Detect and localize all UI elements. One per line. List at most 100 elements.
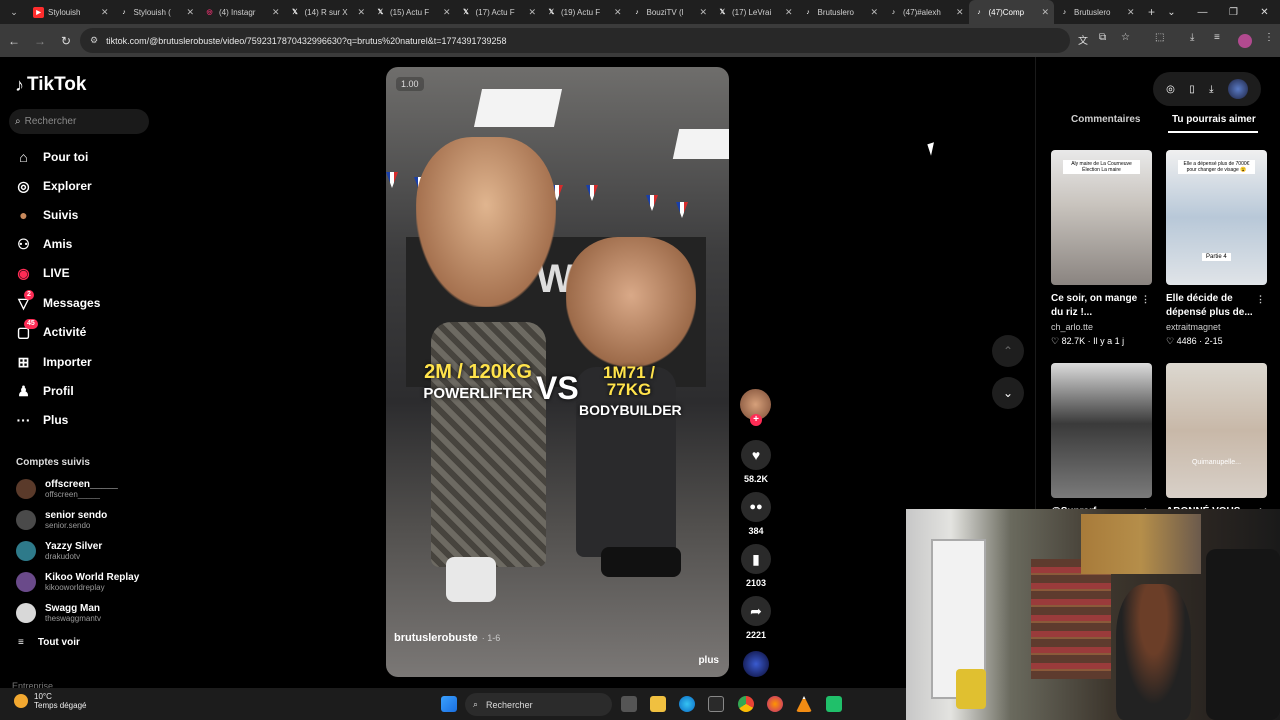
comment-icon[interactable]: ●●	[741, 492, 771, 522]
sidebar-item-plus[interactable]: ··· Plus	[15, 409, 69, 431]
taskbar-search[interactable]: ⌕ Rechercher	[465, 693, 612, 716]
close-tab-icon[interactable]: ✕	[528, 7, 536, 18]
sidebar-item-live[interactable]: ◉ LIVE	[15, 262, 69, 284]
browser-tab[interactable]: ♪ BouziTV (l ✕	[627, 0, 713, 24]
video-thumbnail[interactable]: Elle a dépensé plus de 7000€ pour change…	[1166, 150, 1267, 285]
tab-search-icon[interactable]: ≡	[1214, 32, 1220, 43]
vlc-icon[interactable]	[796, 696, 812, 712]
windows-start-icon[interactable]	[441, 696, 457, 712]
like-action[interactable]: ♥ 58.2K	[740, 440, 772, 484]
chrome-icon[interactable]	[738, 696, 754, 712]
sidebar-item-explorer[interactable]: ◎ Explorer	[15, 175, 91, 197]
video-player[interactable]: W GYM 1.00 2M / 120KG POWERLIFTER VS 1M7…	[386, 67, 729, 677]
explore-icon[interactable]: ◎	[1166, 84, 1175, 95]
close-tab-icon[interactable]: ✕	[186, 7, 194, 18]
browser-tab[interactable]: ♪ (47)Comp ✕	[968, 0, 1054, 24]
window-dropdown-icon[interactable]: ⌄	[1156, 0, 1187, 24]
music-disc-icon[interactable]	[743, 651, 769, 677]
reload-icon[interactable]: ↻	[54, 29, 78, 53]
browser-tab[interactable]: 𝕏 (15) Actu F ✕	[370, 0, 456, 24]
install-app-icon[interactable]: ⧉	[1099, 32, 1106, 43]
sidebar-item-messages[interactable]: ▽ 2 Messages	[15, 289, 100, 314]
following-account[interactable]: Swagg Man theswaggmantv	[16, 599, 101, 627]
browser-tab[interactable]: ♪ Brutuslero ✕	[798, 0, 884, 24]
previous-video-chevron-up-icon[interactable]: ⌃	[992, 335, 1024, 367]
close-window-icon[interactable]: ✕	[1249, 0, 1280, 24]
browser-tab[interactable]: ◎ (4) Instagr ✕	[199, 0, 285, 24]
video-author[interactable]: brutuslerobuste · 1-6	[394, 632, 500, 644]
browser-menu-icon[interactable]: ⋮	[1264, 32, 1274, 43]
close-tab-icon[interactable]: ✕	[357, 7, 365, 18]
close-tab-icon[interactable]: ✕	[101, 7, 109, 18]
browser-tab[interactable]: ▶ Stylouish ✕	[28, 0, 114, 24]
extensions-icon[interactable]: ⬚	[1155, 32, 1164, 43]
url-field[interactable]: ⚙ tiktok.com/@brutuslerobuste/video/7592…	[80, 28, 1070, 53]
share-action[interactable]: ➦ 2221	[740, 596, 772, 640]
browser-tab[interactable]: 𝕏 (14) R sur X ✕	[285, 0, 371, 24]
card-author[interactable]: extraitmagnet	[1166, 322, 1267, 332]
close-tab-icon[interactable]: ✕	[614, 7, 622, 18]
video-thumbnail[interactable]: Quimanupelle...	[1166, 363, 1267, 498]
tiktok-logo[interactable]: ♪ TikTok	[15, 74, 86, 96]
sidebar-item-amis[interactable]: ⚇ Amis	[15, 233, 72, 255]
card-menu-icon[interactable]: ⋮	[1256, 292, 1265, 306]
sidebar-item-activit[interactable]: ▢ 45 Activité	[15, 318, 86, 343]
store-icon[interactable]	[708, 696, 724, 712]
downloads-icon[interactable]: ⤓	[1190, 32, 1194, 43]
profile-avatar-icon[interactable]	[1238, 34, 1252, 48]
download-app-icon[interactable]: ⤓	[1209, 84, 1213, 95]
next-video-chevron-down-icon[interactable]: ⌄	[992, 377, 1024, 409]
close-tab-icon[interactable]: ✕	[956, 7, 964, 18]
browser-tab[interactable]: ♪ (47)#alexh ✕	[883, 0, 969, 24]
file-explorer-icon[interactable]	[650, 696, 666, 712]
video-thumbnail[interactable]: Aly maire de La Courneuve Élection La ma…	[1051, 150, 1152, 285]
tab-suggestions[interactable]: Tu pourrais aimer	[1172, 114, 1256, 125]
close-tab-icon[interactable]: ✕	[870, 7, 878, 18]
comment-action[interactable]: ●● 384	[740, 492, 772, 536]
browser-tab[interactable]: 𝕏 (17) LeVrai ✕	[712, 0, 798, 24]
sidebar-item-importer[interactable]: ⊞ Importer	[15, 351, 92, 373]
follow-plus-icon[interactable]: +	[750, 414, 762, 426]
more-button[interactable]: plus	[698, 655, 719, 666]
see-all-button[interactable]: ≡ Tout voir	[18, 637, 80, 648]
video-thumbnail[interactable]	[1051, 363, 1152, 498]
browser-tab[interactable]: ♪ Brutuslero ✕	[1054, 0, 1140, 24]
close-tab-icon[interactable]: ✕	[1127, 7, 1135, 18]
browser-tab[interactable]: 𝕏 (17) Actu F ✕	[456, 0, 542, 24]
heart-icon[interactable]: ♥	[741, 440, 771, 470]
close-tab-icon[interactable]: ✕	[272, 7, 280, 18]
back-icon[interactable]: ←	[2, 29, 26, 53]
close-tab-icon[interactable]: ✕	[443, 7, 451, 18]
following-account[interactable]: Kikoo World Replay kikooworldreplay	[16, 568, 139, 596]
browser-tab[interactable]: 𝕏 (19) Actu F ✕	[541, 0, 627, 24]
sidebar-item-suivis[interactable]: ● Suivis	[15, 204, 78, 226]
bookmark-star-icon[interactable]: ☆	[1121, 32, 1130, 43]
translate-icon[interactable]: 文	[1078, 32, 1088, 47]
following-account[interactable]: Yazzy Silver drakudotv	[16, 537, 102, 565]
forward-icon[interactable]: →	[28, 29, 52, 53]
suggested-video-card[interactable]: Aly maire de La Courneuve Élection La ma…	[1051, 150, 1152, 347]
maximize-icon[interactable]: ❐	[1218, 0, 1249, 24]
user-avatar[interactable]	[1227, 79, 1248, 99]
sidebar-item-pourtoi[interactable]: ⌂ Pour toi	[15, 146, 88, 168]
close-tab-icon[interactable]: ✕	[699, 7, 707, 18]
close-tab-icon[interactable]: ✕	[785, 7, 793, 18]
search-input[interactable]: ⌕ Rechercher	[9, 109, 149, 134]
card-author[interactable]: ch_arlo.tte	[1051, 322, 1152, 332]
card-menu-icon[interactable]: ⋮	[1141, 292, 1150, 306]
save-action[interactable]: ▮ 2103	[740, 544, 772, 588]
tab-comments[interactable]: Commentaires	[1071, 114, 1140, 125]
app-icon[interactable]	[826, 696, 842, 712]
firefox-icon[interactable]	[767, 696, 783, 712]
suggested-video-card[interactable]: Elle a dépensé plus de 7000€ pour change…	[1166, 150, 1267, 347]
playback-speed[interactable]: 1.00	[396, 77, 424, 91]
bookmark-icon[interactable]: ▮	[741, 544, 771, 574]
edge-icon[interactable]	[679, 696, 695, 712]
close-tab-icon[interactable]: ✕	[1041, 7, 1049, 18]
tab-list-dropdown-icon[interactable]: ⌄	[0, 0, 28, 24]
weather-widget[interactable]: 10°C Temps dégagé	[14, 692, 86, 710]
share-icon[interactable]: ➦	[741, 596, 771, 626]
minimize-icon[interactable]: —	[1187, 0, 1218, 24]
following-account[interactable]: senior sendo senior.sendo	[16, 506, 107, 534]
sidebar-item-profil[interactable]: ♟ Profil	[15, 380, 73, 402]
